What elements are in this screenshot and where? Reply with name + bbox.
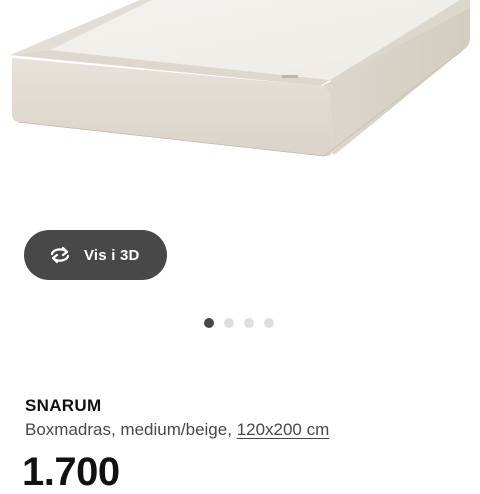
gallery-dot-3[interactable] [244,318,254,328]
product-price: 1.700 [22,450,120,494]
view-in-3d-button[interactable]: Vis i 3D [24,230,167,280]
gallery-dot-4[interactable] [264,318,274,328]
product-description-text: Boxmadras, medium/beige, [25,420,237,439]
gallery-pagination [0,318,479,328]
rotate-360-icon [46,243,74,267]
view-in-3d-label: Vis i 3D [84,246,140,264]
gallery-dot-1[interactable] [204,318,214,328]
product-description: Boxmadras, medium/beige, 120x200 cm [25,420,329,440]
gallery-dot-2[interactable] [224,318,234,328]
product-size-link[interactable]: 120x200 cm [237,420,330,439]
product-name: SNARUM [25,396,102,415]
